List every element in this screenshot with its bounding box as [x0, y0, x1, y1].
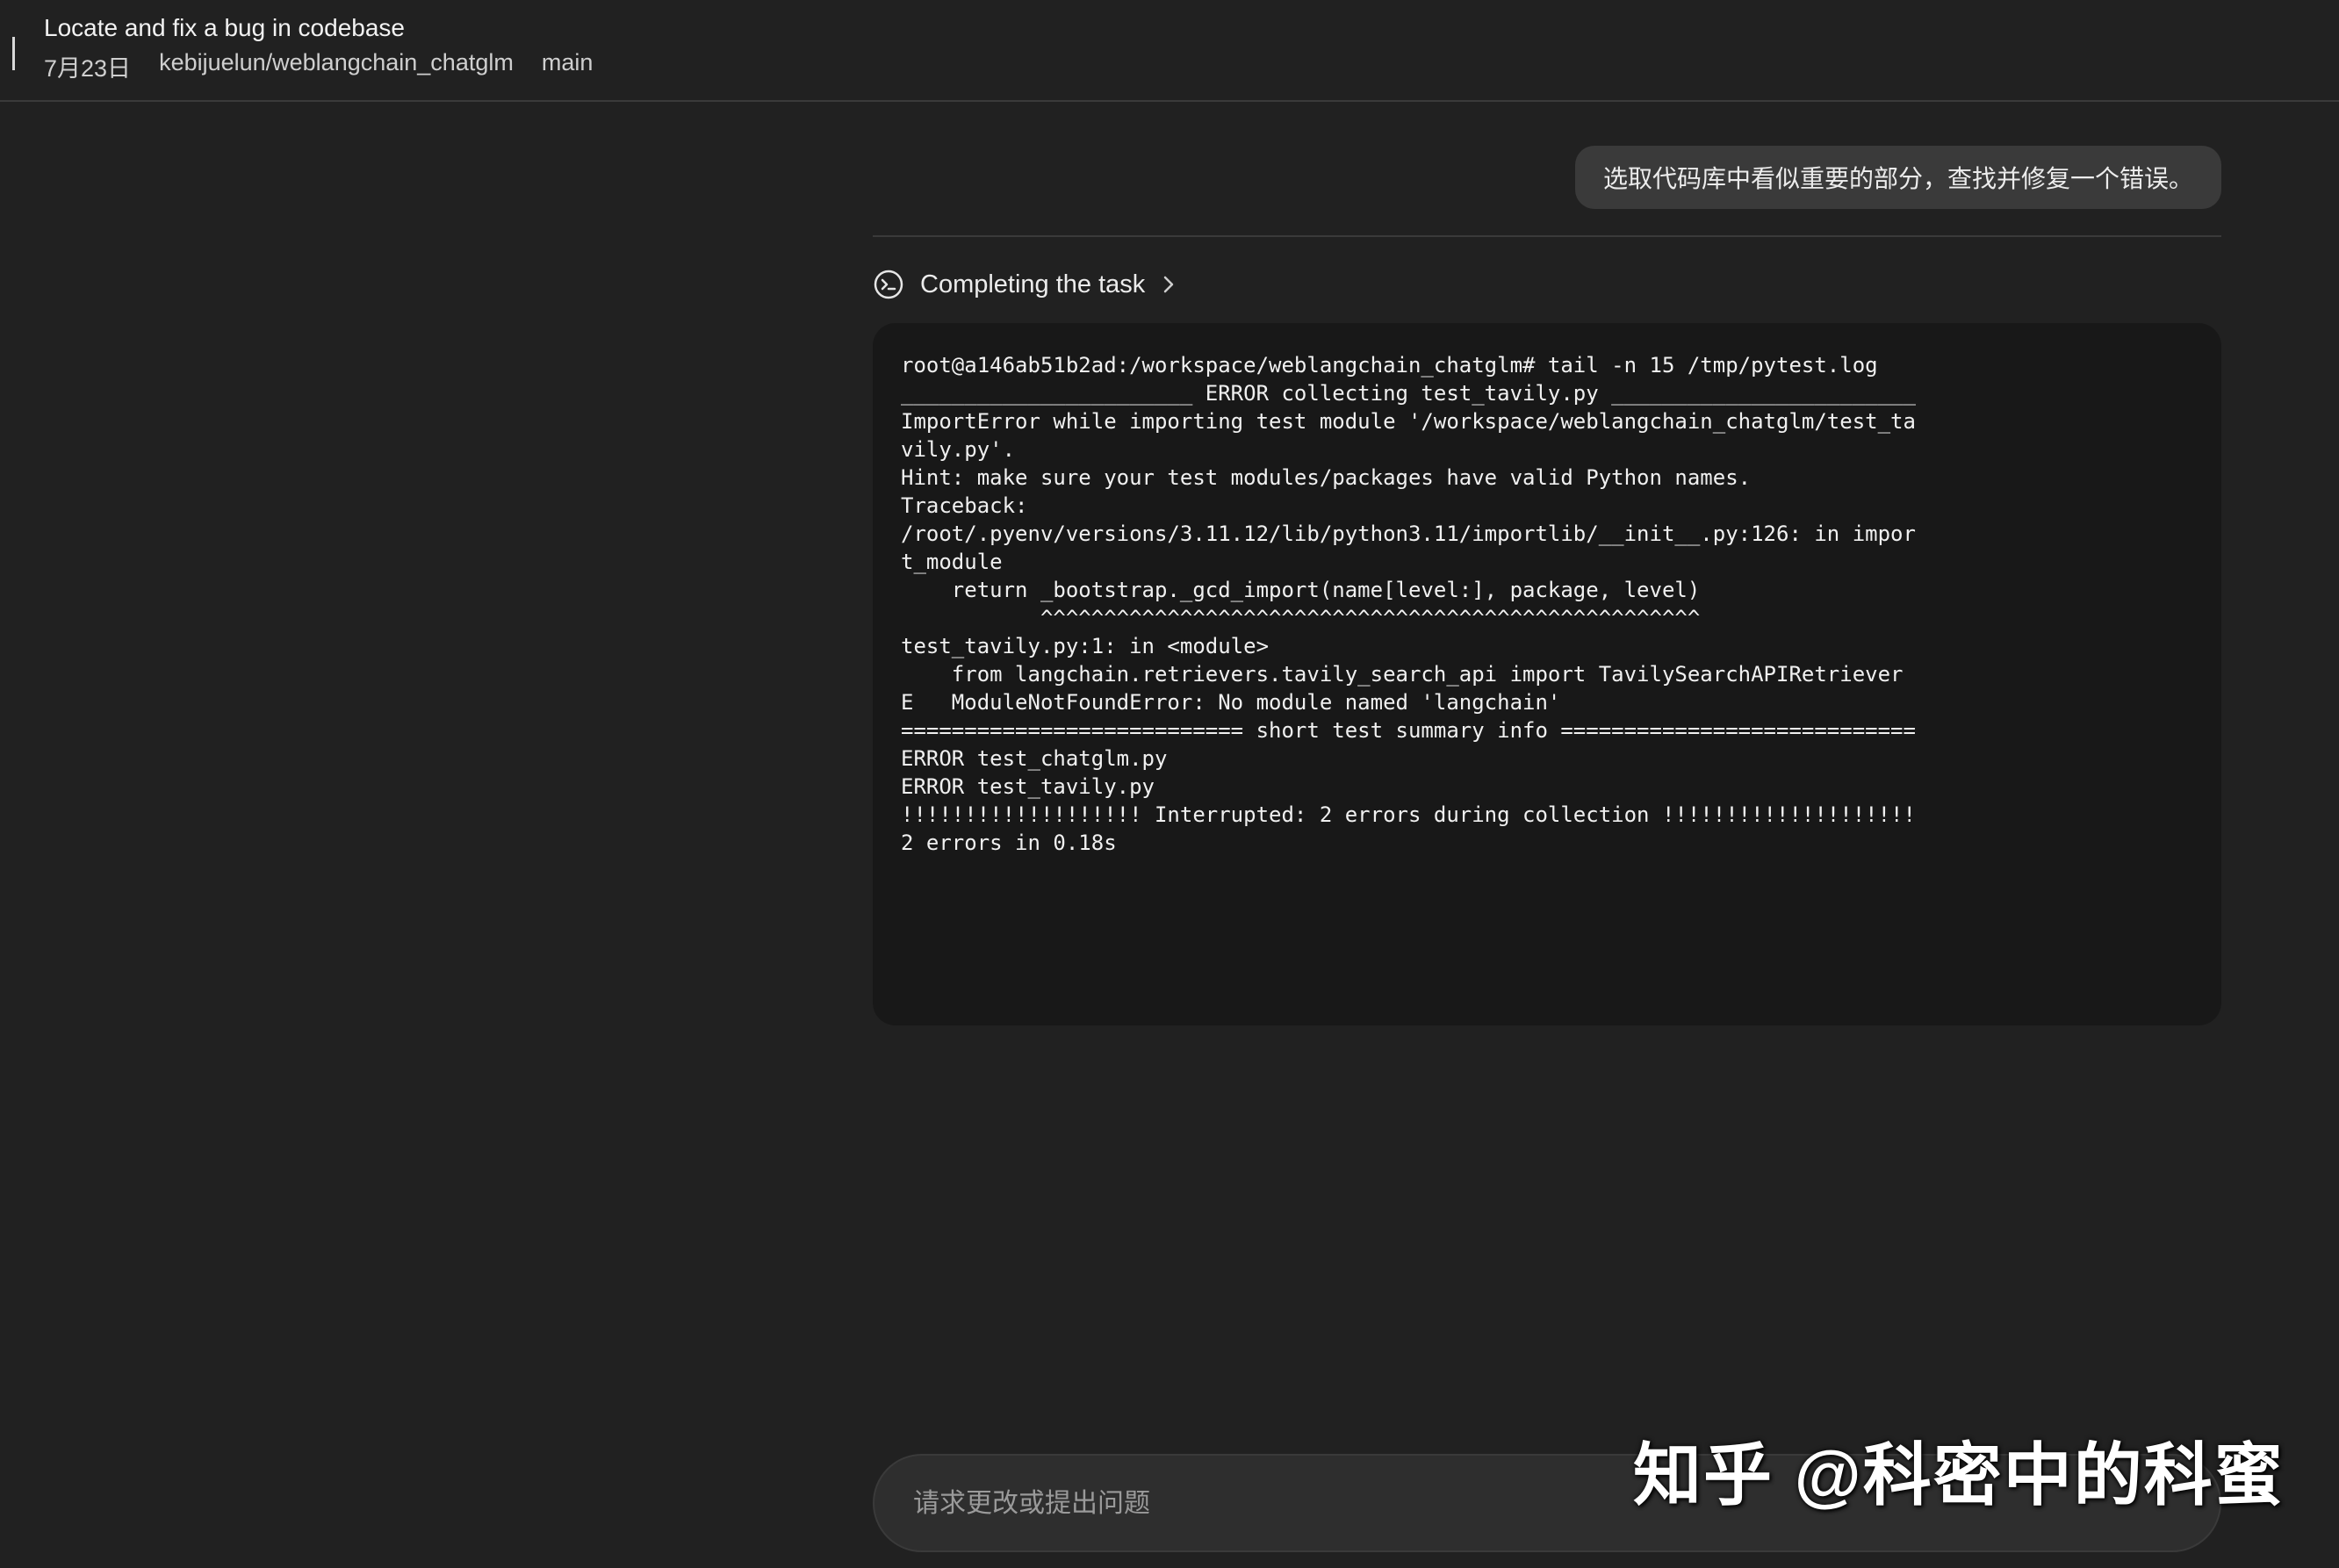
terminal-line: ERROR test_chatglm.py	[901, 746, 1168, 771]
terminal-line: =========================== short test s…	[901, 718, 1916, 743]
terminal-line: _______________________ ERROR collecting…	[901, 381, 1916, 406]
terminal-line: /root/.pyenv/versions/3.11.12/lib/python…	[901, 521, 1916, 546]
task-header: Locate and fix a bug in codebase 7月23日 k…	[0, 0, 2339, 102]
terminal-line: from langchain.retrievers.tavily_search_…	[951, 662, 1904, 687]
terminal-line: vily.py'.	[901, 437, 1016, 462]
message-divider	[873, 235, 2221, 237]
terminal-line: t_module	[901, 550, 1003, 574]
header-accent-bar	[12, 37, 15, 70]
terminal-line: E ModuleNotFoundError: No module named '…	[901, 690, 1561, 715]
app-window: Locate and fix a bug in codebase 7月23日 k…	[0, 0, 2339, 1568]
user-message-bubble: 选取代码库中看似重要的部分，查找并修复一个错误。	[1574, 146, 2221, 209]
terminal-line: test_tavily.py:1: in <module>	[901, 634, 1270, 658]
terminal-text: root@a146ab51b2ad:/workspace/weblangchai…	[901, 351, 2193, 857]
task-meta: 7月23日 kebijuelun/weblangchain_chatglm ma…	[44, 49, 593, 83]
task-status-label: Completing the task	[920, 270, 1146, 298]
terminal-line: ERROR test_tavily.py	[901, 774, 1155, 799]
watermark: 知乎 @科密中的科蜜	[1633, 1436, 2285, 1514]
terminal-line: root@a146ab51b2ad:/workspace/weblangchai…	[901, 353, 1878, 378]
task-title: Locate and fix a bug in codebase	[44, 14, 405, 41]
repo-link[interactable]: kebijuelun/weblangchain_chatglm	[159, 49, 514, 83]
terminal-line: ^^^^^^^^^^^^^^^^^^^^^^^^^^^^^^^^^^^^^^^^…	[1040, 606, 1701, 630]
terminal-line: 2 errors in 0.18s	[901, 831, 1117, 855]
terminal-line: return _bootstrap._gcd_import(name[level…	[951, 578, 1701, 602]
terminal-line: Hint: make sure your test modules/packag…	[901, 465, 1752, 490]
terminal-line: ImportError while importing test module …	[901, 409, 1916, 434]
task-status-toggle[interactable]: Completing the task	[873, 267, 1177, 302]
terminal-circle-icon	[874, 270, 903, 299]
terminal-line: Traceback:	[901, 493, 1028, 518]
branch-label[interactable]: main	[542, 49, 594, 83]
task-date: 7月23日	[44, 55, 132, 82]
composer-input[interactable]	[911, 1480, 1705, 1528]
terminal-line: !!!!!!!!!!!!!!!!!!! Interrupted: 2 error…	[901, 802, 1916, 827]
terminal-output: root@a146ab51b2ad:/workspace/weblangchai…	[873, 323, 2221, 1025]
chevron-right-icon	[1164, 276, 1174, 293]
